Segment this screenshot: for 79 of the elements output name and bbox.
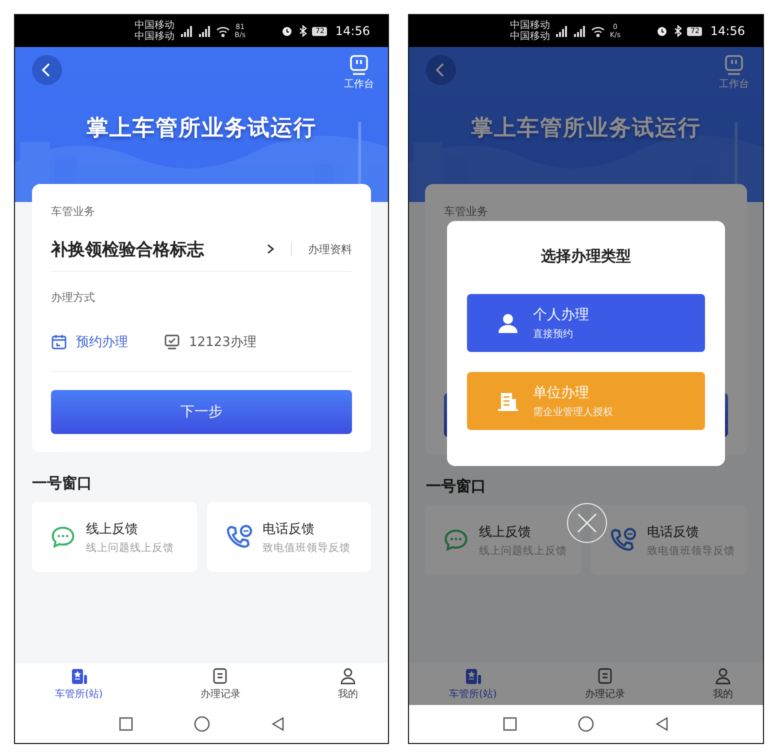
- method-option[interactable]: 预约办理: [51, 333, 128, 351]
- calendar-icon: [51, 334, 67, 350]
- building-badge-icon: [70, 667, 88, 685]
- carrier-name: 中国移动: [510, 31, 550, 42]
- feedback-card[interactable]: 线上反馈 线上问题线上反馈: [425, 505, 581, 575]
- type-option[interactable]: 个人办理 直接预约: [467, 294, 705, 352]
- field-label: 车管业务: [444, 204, 489, 220]
- close-button[interactable]: [567, 503, 607, 543]
- chat-bubble-icon: [50, 524, 76, 550]
- field-label: 车管业务: [51, 204, 96, 220]
- option-title: 个人办理: [533, 306, 589, 324]
- person-icon: [714, 667, 732, 685]
- tab-item[interactable]: 办理记录: [200, 663, 240, 705]
- feedback-subtitle: 致电值班领导反馈: [262, 540, 350, 554]
- back-triangle-icon: [270, 716, 286, 732]
- close-icon: [576, 512, 598, 534]
- workbench-button[interactable]: 工作台: [719, 55, 749, 91]
- section-title: 一号窗口: [426, 477, 487, 496]
- signal-icon: [554, 25, 568, 37]
- materials-link[interactable]: 办理资料: [308, 242, 352, 256]
- chat-bubble-icon: [443, 527, 469, 553]
- chevron-right-icon: [265, 243, 275, 255]
- option-subtitle: 直接预约: [533, 328, 574, 340]
- carrier-name: 中国移动: [134, 20, 175, 31]
- document-icon: [596, 667, 614, 685]
- dialog-title: 选择办理类型: [541, 247, 631, 266]
- feedback-card[interactable]: 电话反馈 致电值班领导反馈: [591, 505, 747, 575]
- next-button[interactable]: 下一步: [51, 390, 352, 434]
- person-icon: [339, 667, 357, 685]
- feedback-subtitle: 线上问题线上反馈: [479, 544, 567, 558]
- home-circle-icon: [194, 716, 210, 732]
- service-name[interactable]: 补换领检验合格标志: [51, 238, 265, 260]
- page-title: 掌上车管所业务试运行: [470, 115, 702, 143]
- signal-icon: [572, 25, 586, 37]
- building-badge-icon: [464, 667, 482, 685]
- home-circle-icon: [578, 716, 594, 732]
- tab-item[interactable]: 办理记录: [584, 663, 625, 705]
- alarm-icon: [281, 25, 294, 37]
- clock-time: 14:56: [335, 24, 370, 38]
- tab-item[interactable]: 车管所(站): [55, 663, 103, 705]
- carrier-name: 中国移动: [134, 31, 175, 42]
- alarm-icon: [656, 25, 668, 37]
- signal-icon: [180, 25, 193, 37]
- back-button[interactable]: [426, 55, 456, 85]
- person-icon: [497, 312, 519, 334]
- bluetooth-icon: [673, 25, 682, 37]
- feedback-card[interactable]: 电话反馈 致电值班领导反馈: [206, 502, 371, 572]
- back-button[interactable]: [32, 55, 62, 85]
- office-building-icon: [497, 390, 519, 412]
- recent-apps-icon: [502, 716, 518, 732]
- workbench-button[interactable]: 工作台: [344, 55, 374, 91]
- wifi-icon: [216, 25, 230, 37]
- document-icon: [211, 667, 230, 685]
- recent-apps-icon: [118, 716, 134, 732]
- feedback-title: 电话反馈: [647, 524, 700, 540]
- field-label: 办理方式: [51, 290, 96, 306]
- robot-face-icon: [724, 55, 744, 75]
- option-title: 单位办理: [533, 384, 590, 402]
- section-title: 一号窗口: [32, 474, 93, 493]
- signal-icon: [198, 25, 211, 37]
- wifi-icon: [590, 25, 605, 37]
- tab-item[interactable]: 我的: [338, 663, 358, 705]
- feedback-card[interactable]: 线上反馈 线上问题线上反馈: [32, 502, 196, 572]
- option-subtitle: 需企业管理人授权: [533, 406, 613, 418]
- feedback-subtitle: 致电值班领导反馈: [647, 544, 735, 558]
- feedback-subtitle: 线上问题线上反馈: [86, 540, 174, 554]
- feedback-title: 线上反馈: [86, 520, 139, 538]
- carrier-name: 中国移动: [510, 20, 550, 31]
- method-option[interactable]: 12123办理: [164, 333, 256, 351]
- feedback-title: 线上反馈: [479, 524, 532, 540]
- clock-time: 14:56: [710, 24, 745, 38]
- bluetooth-icon: [298, 25, 308, 37]
- robot-face-icon: [349, 55, 369, 75]
- page-title: 掌上车管所业务试运行: [86, 115, 318, 143]
- tab-item[interactable]: 车管所(站): [449, 663, 497, 705]
- monitor-icon: [164, 334, 180, 350]
- back-triangle-icon: [654, 716, 670, 732]
- tab-item[interactable]: 我的: [713, 663, 733, 705]
- feedback-title: 电话反馈: [262, 520, 316, 538]
